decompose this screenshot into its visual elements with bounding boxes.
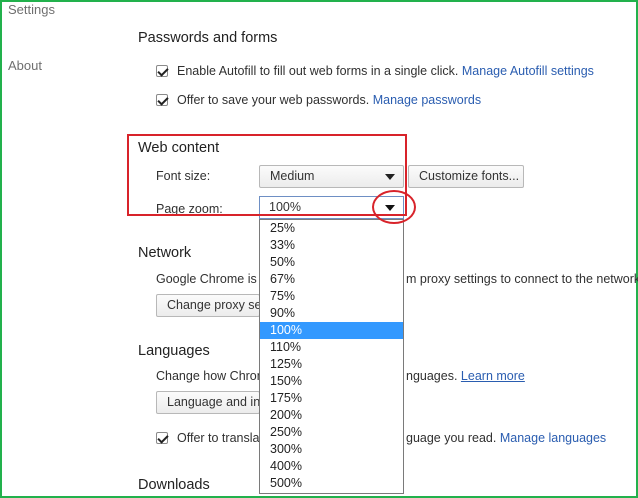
manage-autofill-link[interactable]: Manage Autofill settings	[462, 64, 594, 78]
sidebar-item-about[interactable]: About	[8, 58, 42, 73]
zoom-option[interactable]: 200%	[260, 407, 403, 424]
save-passwords-checkbox[interactable]	[156, 94, 168, 106]
manage-passwords-link[interactable]: Manage passwords	[373, 93, 481, 107]
languages-desc-left: Change how Chrom	[156, 369, 268, 383]
languages-desc-right: nguages.	[406, 369, 458, 383]
language-input-button[interactable]: Language and inp	[156, 391, 260, 414]
save-passwords-row: Offer to save your web passwords. Manage…	[177, 93, 481, 107]
autofill-checkbox[interactable]	[156, 65, 168, 77]
change-proxy-button[interactable]: Change proxy set	[156, 294, 260, 317]
downloads-section-title: Downloads	[138, 477, 210, 493]
zoom-option[interactable]: 33%	[260, 237, 403, 254]
zoom-option[interactable]: 175%	[260, 390, 403, 407]
languages-desc-right-row: nguages. Learn more	[406, 369, 525, 383]
languages-section-title: Languages	[138, 343, 210, 359]
customize-fonts-button[interactable]: Customize fonts...	[408, 165, 524, 188]
zoom-option[interactable]: 25%	[260, 220, 403, 237]
zoom-option[interactable]: 300%	[260, 441, 403, 458]
page-zoom-dropdown-list[interactable]: 25% 33% 50% 67% 75% 90% 100% 110% 125% 150% 175% 20…	[259, 219, 404, 494]
sidebar-item-settings[interactable]: Settings	[8, 2, 55, 17]
web-content-highlight-box	[127, 134, 407, 216]
manage-languages-link[interactable]: Manage languages	[500, 431, 606, 445]
network-desc-right: m proxy settings to connect to the netwo…	[406, 272, 638, 286]
autofill-text: Enable Autofill to fill out web forms in…	[177, 64, 459, 78]
zoom-option[interactable]: 100%	[260, 322, 403, 339]
zoom-option[interactable]: 50%	[260, 254, 403, 271]
save-passwords-text: Offer to save your web passwords.	[177, 93, 370, 107]
zoom-option[interactable]: 90%	[260, 305, 403, 322]
zoom-option[interactable]: 75%	[260, 288, 403, 305]
network-section-title: Network	[138, 245, 192, 261]
translate-text-right: guage you read.	[406, 431, 497, 445]
zoom-option[interactable]: 125%	[260, 356, 403, 373]
translate-text-left: Offer to translat	[177, 431, 263, 445]
translate-row-right: guage you read. Manage languages	[406, 431, 606, 445]
zoom-option[interactable]: 250%	[260, 424, 403, 441]
zoom-option[interactable]: 150%	[260, 373, 403, 390]
network-desc-left: Google Chrome is u	[156, 272, 268, 286]
learn-more-link[interactable]: Learn more	[461, 369, 525, 383]
autofill-row: Enable Autofill to fill out web forms in…	[177, 64, 594, 78]
offer-translate-checkbox[interactable]	[156, 432, 168, 444]
zoom-option[interactable]: 400%	[260, 458, 403, 475]
dropdown-arrow-highlight-circle	[372, 190, 416, 224]
zoom-option[interactable]: 500%	[260, 475, 403, 492]
zoom-option[interactable]: 110%	[260, 339, 403, 356]
zoom-option[interactable]: 67%	[260, 271, 403, 288]
passwords-section-title: Passwords and forms	[138, 30, 278, 46]
